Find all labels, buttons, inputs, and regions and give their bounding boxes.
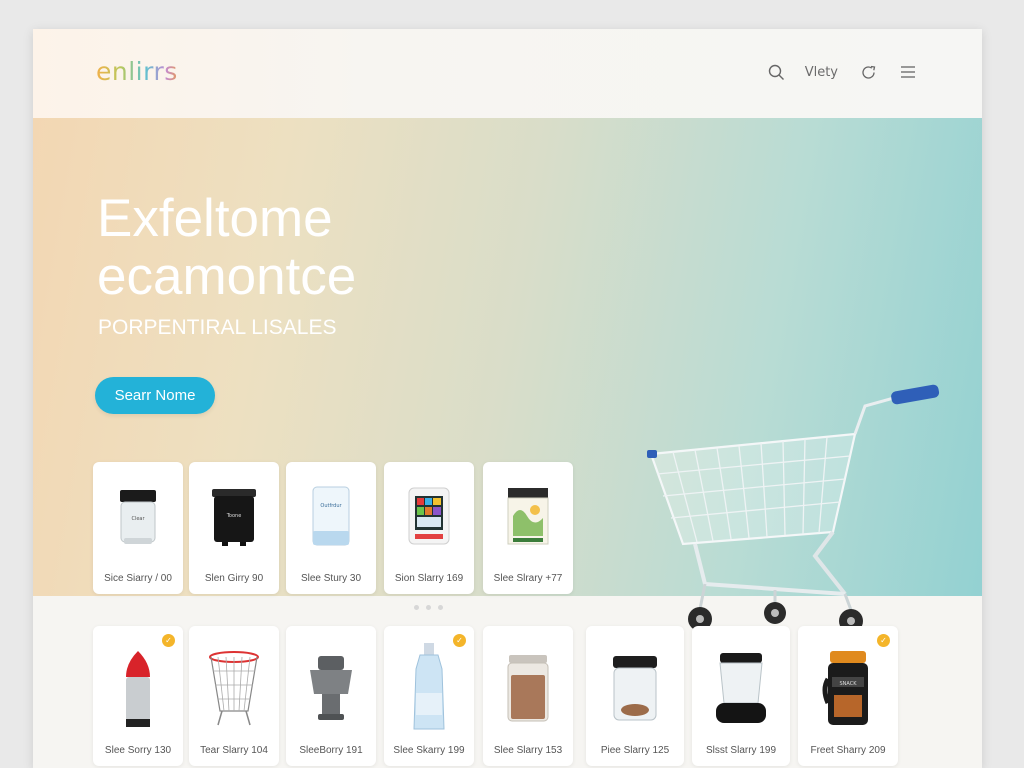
nav-link-text[interactable]: Vlety: [805, 65, 838, 80]
product-image: [483, 472, 573, 562]
product-card[interactable]: Slee Slarry 153: [483, 626, 573, 766]
product-label: Tear Slarry 104: [200, 745, 268, 756]
product-label: Slsst Slarry 199: [705, 745, 777, 756]
product-card[interactable]: ✓ Slee Sorry 130: [93, 626, 183, 766]
product-label: Piee Slarry 125: [600, 745, 670, 756]
product-image: SNACK: [798, 644, 898, 734]
product-image: [692, 644, 790, 734]
header-nav: Vlety: [767, 62, 918, 82]
svg-text:Toone: Toone: [226, 513, 242, 519]
svg-text:SNACK: SNACK: [839, 681, 857, 687]
featured-card[interactable]: Sion Slarry 169: [384, 462, 474, 594]
hero-title-line2: ecamontce: [97, 247, 357, 306]
carousel-dot[interactable]: [438, 605, 443, 610]
product-card[interactable]: SleeBorry 191: [286, 626, 376, 766]
top-header: enlirrs Vlety: [33, 29, 982, 118]
product-label: Sion Slarry 169: [394, 573, 464, 584]
product-card[interactable]: Slsst Slarry 199: [692, 626, 790, 766]
carousel-dot[interactable]: [414, 605, 419, 610]
product-card[interactable]: ✓ Slee Skarry 199: [384, 626, 474, 766]
product-image: [586, 644, 684, 734]
product-label: Sice Siarry / 00: [104, 573, 172, 584]
product-image: [286, 644, 376, 734]
carousel-dots[interactable]: [414, 605, 443, 610]
product-image: [384, 643, 474, 734]
hero-subtitle: PORPENTIRAL LISALES: [98, 316, 337, 339]
featured-card[interactable]: Clear Sice Siarry / 00: [93, 462, 183, 594]
carousel-dot[interactable]: [426, 605, 431, 610]
product-label: Freet Sharry 209: [810, 745, 886, 756]
refresh-icon[interactable]: [858, 62, 878, 82]
product-label: Slee Slarry 153: [493, 745, 563, 756]
product-image: Clear: [93, 472, 183, 562]
shopping-cart-icon: [645, 384, 945, 648]
svg-text:Clear: Clear: [131, 516, 145, 522]
product-label: Slee Sorry 130: [104, 745, 172, 756]
featured-card[interactable]: Slee Slrary +77: [483, 462, 573, 594]
search-icon[interactable]: [767, 62, 787, 82]
product-label: SleeBorry 191: [299, 745, 363, 756]
product-card[interactable]: Tear Slarry 104: [189, 626, 279, 766]
brand-logo[interactable]: enlirrs: [96, 57, 178, 86]
product-image: [93, 644, 183, 734]
product-image: Outfrdur: [286, 472, 376, 562]
featured-card[interactable]: Outfrdur Slee Stury 30: [286, 462, 376, 594]
featured-card[interactable]: Toone Slen Girry 90: [189, 462, 279, 594]
product-image: [483, 644, 573, 734]
cta-button[interactable]: Searr Nome: [95, 377, 215, 414]
product-image: [189, 644, 279, 734]
product-label: Slee Stury 30: [300, 573, 362, 584]
svg-text:Outfrdur: Outfrdur: [320, 503, 342, 509]
product-card[interactable]: Piee Slarry 125: [586, 626, 684, 766]
menu-icon[interactable]: [898, 62, 918, 82]
product-image: Toone: [189, 472, 279, 562]
hero-title: Exfeltome ecamontce: [97, 190, 356, 306]
product-label: Slen Girry 90: [204, 573, 264, 584]
product-label: Slee Skarry 199: [393, 745, 465, 756]
product-label: Slee Slrary +77: [493, 573, 563, 584]
hero-title-line1: Exfeltome: [97, 189, 333, 248]
product-image: [384, 472, 474, 562]
page: enlirrs Vlety Exfeltome ecamontce PORPEN…: [33, 29, 982, 768]
product-card[interactable]: ✓ SNACK Freet Sharry 209: [798, 626, 898, 766]
